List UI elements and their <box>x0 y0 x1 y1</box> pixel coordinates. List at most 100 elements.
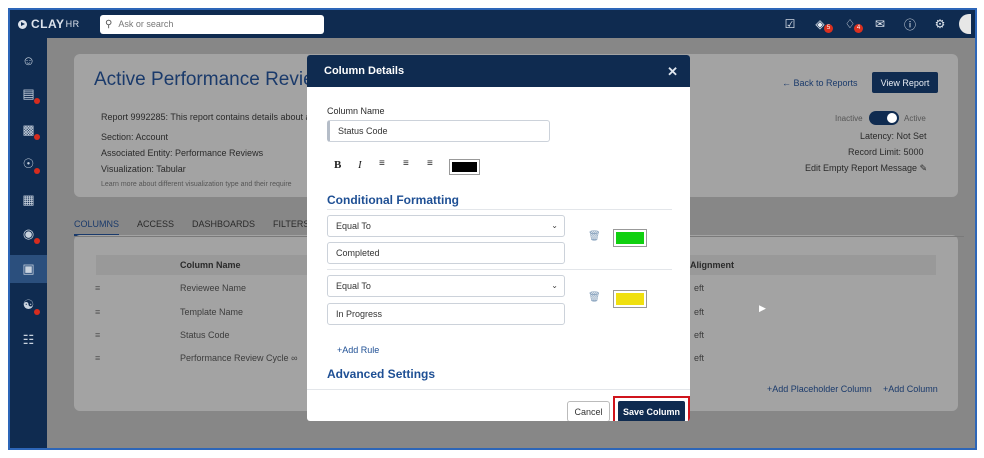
table-row-align: eft <box>694 307 705 317</box>
align-right-icon[interactable]: ≡ <box>427 158 433 169</box>
documents-icon[interactable]: ▦ <box>10 186 47 214</box>
save-column-button[interactable]: Save Column <box>618 401 685 421</box>
tab-filters[interactable]: FILTERS <box>273 216 309 236</box>
mail-icon[interactable]: ✉ <box>873 17 887 31</box>
sidebar: ☺ ▤ ▩ ☉ ▦ ◉ ▣ ☯ ☷ <box>10 38 47 448</box>
report-entity: Associated Entity: Performance Reviews <box>101 148 264 158</box>
avatar[interactable] <box>959 14 971 34</box>
people-icon[interactable]: ☺ <box>10 46 47 74</box>
learning-icon[interactable]: ☯ <box>10 291 47 319</box>
rule-operator-select[interactable]: Equal To ⌄ <box>327 215 565 237</box>
time-icon[interactable]: ☉ <box>10 150 47 178</box>
modal-header: Column Details ✕ <box>307 55 690 87</box>
modal-title: Column Details <box>324 65 405 77</box>
table-row[interactable]: Template Name <box>180 307 243 317</box>
italic-button[interactable]: I <box>358 159 362 171</box>
align-left-icon[interactable]: ≡ <box>379 158 385 169</box>
footer-divider <box>307 389 690 390</box>
chevron-down-icon: ⌄ <box>551 221 558 230</box>
column-name-input[interactable]: Status Code <box>327 120 550 142</box>
alert-dot <box>34 168 40 174</box>
column-name-header: Column Name <box>180 260 241 270</box>
latency-text: Latency: Not Set <box>860 131 927 141</box>
search-placeholder: Ask or search <box>118 19 174 29</box>
cancel-button[interactable]: Cancel <box>567 401 610 421</box>
chevron-down-icon: ⌄ <box>551 281 558 290</box>
text-color-picker[interactable] <box>449 159 480 175</box>
inactive-label: Inactive <box>835 114 863 123</box>
layers-badge: 5 <box>824 24 833 33</box>
table-row[interactable]: Status Code <box>180 330 230 340</box>
column-details-modal: Column Details ✕ Column Name Status Code… <box>307 55 690 421</box>
edit-empty-message-link[interactable]: Edit Empty Report Message ✎ <box>805 163 927 174</box>
benefits-icon[interactable]: ◉ <box>10 220 47 248</box>
table-row-align: eft <box>694 353 705 363</box>
rule-value-input[interactable]: In Progress <box>327 303 565 325</box>
help-icon[interactable]: ⓘ <box>903 16 917 33</box>
drag-handle-icon[interactable]: ≡ <box>95 330 100 340</box>
drag-handle-icon[interactable]: ≡ <box>95 353 100 363</box>
view-report-button[interactable]: View Report <box>872 72 938 93</box>
rule-color-picker[interactable] <box>613 290 647 308</box>
drag-handle-icon[interactable]: ≡ <box>95 283 100 293</box>
logo[interactable]: CLAY HR <box>18 17 100 31</box>
edit-icon: ✎ <box>919 163 928 173</box>
rule-color-picker[interactable] <box>613 229 647 247</box>
tab-columns[interactable]: COLUMNS <box>74 216 120 236</box>
trash-icon[interactable]: 🗑 <box>588 231 601 242</box>
trash-icon[interactable]: 🗑 <box>588 292 601 303</box>
mouse-cursor-icon: ▶ <box>759 303 766 313</box>
logo-mark-icon <box>18 19 27 29</box>
add-placeholder-column-link[interactable]: +Add Placeholder Column <box>767 384 872 394</box>
bell-icon[interactable]: ♢ 4 <box>843 17 863 33</box>
column-name-label: Column Name <box>327 106 385 116</box>
analytics-icon[interactable]: ▩ <box>10 116 47 144</box>
rule-value-input[interactable]: Completed <box>327 242 565 264</box>
app-frame: CLAY HR ⚲ Ask or search ☑ ◈ 5 ♢ 4 ✉ ⓘ ⚙ ☺ … <box>8 8 977 450</box>
bell-badge: 4 <box>854 24 863 33</box>
drag-handle-icon[interactable]: ≡ <box>95 307 100 317</box>
layers-icon[interactable]: ◈ 5 <box>813 17 833 33</box>
gear-icon[interactable]: ⚙ <box>933 17 947 31</box>
record-limit-text: Record Limit: 5000 <box>848 147 924 157</box>
conditional-formatting-title: Conditional Formatting <box>327 193 459 207</box>
logo-suffix: HR <box>65 19 80 29</box>
align-center-icon[interactable]: ≡ <box>403 158 409 169</box>
active-toggle[interactable] <box>869 111 899 125</box>
back-to-reports-link[interactable]: ← Back to Reports <box>782 78 858 88</box>
alert-dot <box>34 309 40 315</box>
calendar-check-icon[interactable]: ☑ <box>783 17 797 31</box>
report-description: Report 9992285: This report contains det… <box>101 112 311 122</box>
top-icons: ☑ ◈ 5 ♢ 4 ✉ ⓘ ⚙ <box>767 10 971 38</box>
search-icon: ⚲ <box>105 18 113 30</box>
table-row-align: eft <box>694 283 705 293</box>
table-row[interactable]: Reviewee Name <box>180 283 246 293</box>
page-title: Active Performance Revie <box>94 69 314 90</box>
top-bar: CLAY HR ⚲ Ask or search ☑ ◈ 5 ♢ 4 ✉ ⓘ ⚙ <box>10 10 975 38</box>
alert-dot <box>34 98 40 104</box>
report-visualization: Visualization: Tabular <box>101 164 186 174</box>
bold-button[interactable]: B <box>334 159 341 171</box>
alert-dot <box>34 238 40 244</box>
clipboard-icon[interactable]: ☷ <box>10 326 47 354</box>
advanced-settings-title[interactable]: Advanced Settings <box>327 367 435 381</box>
add-column-link[interactable]: +Add Column <box>883 384 938 394</box>
link-icon: ∞ <box>291 353 298 363</box>
close-icon[interactable]: ✕ <box>667 64 678 80</box>
add-rule-link[interactable]: +Add Rule <box>337 345 379 355</box>
tab-access[interactable]: ACCESS <box>137 216 174 236</box>
save-highlight: Save Column <box>613 396 690 421</box>
search-input[interactable]: ⚲ Ask or search <box>100 14 324 34</box>
tab-bar: COLUMNS ACCESS DASHBOARDS FILTERS <box>74 216 327 236</box>
divider <box>327 269 672 270</box>
reports-icon[interactable]: ▣ <box>10 255 47 283</box>
payroll-icon[interactable]: ▤ <box>10 80 47 108</box>
rule-operator-select[interactable]: Equal To ⌄ <box>327 275 565 297</box>
learn-more-link[interactable]: Learn more about different visualization… <box>101 181 292 188</box>
table-row[interactable]: Performance Review Cycle ∞ <box>180 353 297 363</box>
table-row-align: eft <box>694 330 705 340</box>
tab-dashboards[interactable]: DASHBOARDS <box>192 216 255 236</box>
report-section: Section: Account <box>101 132 169 142</box>
active-label: Active <box>904 114 926 123</box>
alignment-header: Alignment <box>690 260 734 270</box>
